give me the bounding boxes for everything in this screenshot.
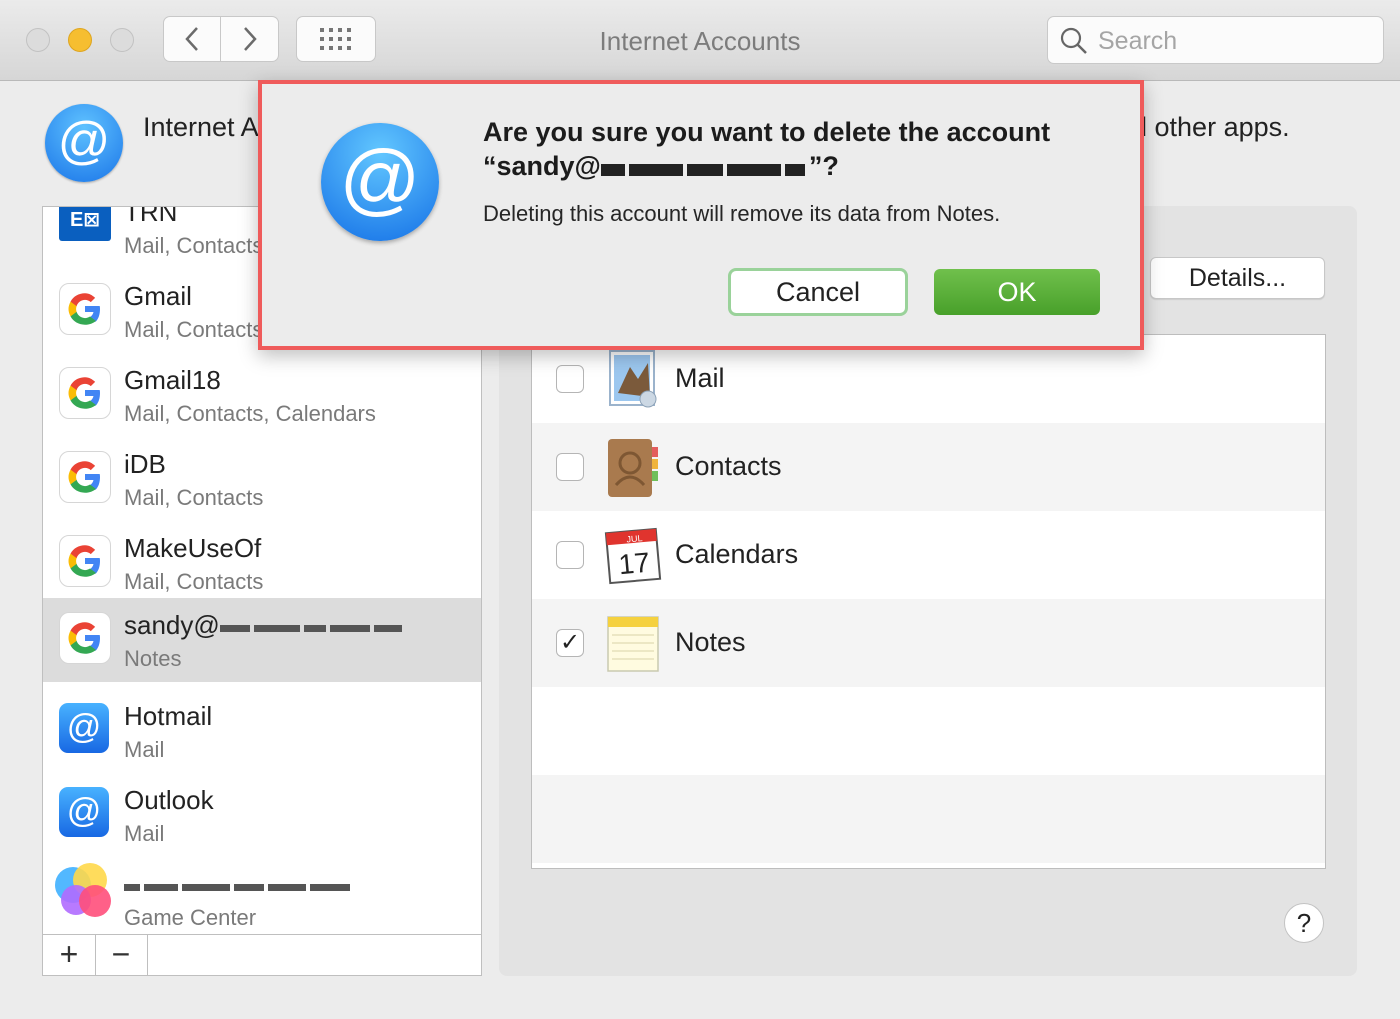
notes-app-icon — [604, 613, 662, 675]
internet-accounts-icon: @ — [321, 123, 439, 241]
dialog-message: Deleting this account will remove its da… — [483, 201, 1001, 226]
delete-account-dialog: @ Are you sure you want to delete the ac… — [258, 80, 1144, 350]
account-name: iDB — [124, 449, 166, 479]
google-icon — [59, 283, 113, 337]
redacted-text — [124, 871, 354, 902]
account-services: Mail, Contacts — [124, 569, 264, 594]
redacted-text — [600, 151, 809, 185]
account-name: Hotmail — [124, 701, 213, 731]
svg-text:17: 17 — [617, 547, 651, 581]
app-label: Contacts — [675, 451, 782, 481]
dialog-title: Are you sure you want to delete the acco… — [483, 115, 1103, 185]
account-services: Mail, Contacts, Calendars — [124, 401, 376, 426]
details-button[interactable]: Details... — [1150, 257, 1325, 299]
search-icon — [1060, 27, 1087, 54]
app-label: Calendars — [675, 539, 799, 569]
redacted-text — [219, 612, 406, 643]
apps-list: Mail Contacts JUL 17 Calendars ✓ Notes — [531, 334, 1326, 869]
account-services: Mail, Contacts — [124, 233, 264, 258]
svg-text:JUL: JUL — [626, 533, 643, 544]
search-input[interactable] — [1096, 23, 1370, 59]
google-icon — [59, 535, 113, 589]
at-icon: @ — [59, 787, 113, 841]
account-name: sandy@ — [124, 610, 406, 643]
account-services: Game Center — [124, 905, 257, 930]
account-row-selected[interactable]: sandy@ Notes — [43, 598, 481, 682]
account-row[interactable]: Game Center — [43, 857, 481, 934]
contacts-app-icon — [604, 437, 662, 499]
account-name: Gmail — [124, 281, 192, 311]
account-name: TRN — [124, 206, 178, 227]
app-label: Mail — [675, 363, 725, 393]
account-name: Outlook — [124, 785, 214, 815]
contacts-checkbox[interactable] — [556, 453, 584, 481]
search-field[interactable] — [1047, 16, 1384, 64]
remove-account-button[interactable]: − — [95, 935, 148, 975]
account-row[interactable]: Gmail18 Mail, Contacts, Calendars — [43, 353, 481, 437]
cancel-button[interactable]: Cancel — [728, 268, 908, 316]
google-icon — [59, 451, 113, 505]
add-account-button[interactable]: + — [43, 935, 96, 975]
account-services: Mail, Contacts — [124, 485, 264, 510]
account-name: MakeUseOf — [124, 533, 262, 563]
title-bar: Internet Accounts — [0, 0, 1400, 81]
account-services: Mail — [124, 821, 165, 846]
app-label: Notes — [675, 627, 746, 657]
google-icon — [59, 612, 113, 666]
empty-row — [532, 775, 1325, 863]
account-services: Notes — [124, 646, 182, 671]
account-name: Gmail18 — [124, 365, 221, 395]
mail-checkbox[interactable] — [556, 365, 584, 393]
exchange-icon: E⊠ — [59, 207, 113, 253]
help-button[interactable]: ? — [1284, 903, 1324, 943]
game-center-icon — [55, 863, 111, 917]
list-toolbar: + − — [42, 934, 482, 976]
account-services: Mail, Contacts — [124, 317, 264, 342]
app-row-calendars[interactable]: JUL 17 Calendars — [532, 511, 1325, 599]
at-icon: @ — [59, 703, 113, 757]
empty-row — [532, 687, 1325, 775]
account-row[interactable]: @ Hotmail Mail — [43, 689, 481, 773]
account-row[interactable]: @ Outlook Mail — [43, 773, 481, 857]
account-row[interactable]: iDB Mail, Contacts — [43, 437, 481, 521]
app-row-contacts[interactable]: Contacts — [532, 423, 1325, 511]
app-row-notes[interactable]: ✓ Notes — [532, 599, 1325, 687]
internet-accounts-icon: @ — [45, 104, 123, 182]
account-services: Mail — [124, 737, 165, 762]
ok-button[interactable]: OK — [934, 269, 1100, 315]
notes-checkbox[interactable]: ✓ — [556, 629, 584, 657]
account-name — [124, 869, 354, 902]
mail-app-icon — [604, 349, 662, 411]
calendar-app-icon: JUL 17 — [604, 525, 662, 587]
calendars-checkbox[interactable] — [556, 541, 584, 569]
google-icon — [59, 367, 113, 421]
account-row[interactable]: MakeUseOf Mail, Contacts — [43, 521, 481, 605]
